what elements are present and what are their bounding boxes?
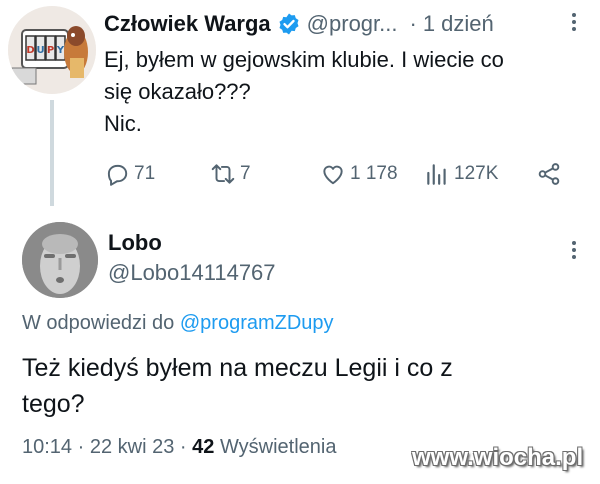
tweet-time[interactable]: 1 dzień <box>423 11 494 37</box>
svg-text:Y: Y <box>56 45 65 56</box>
reply-author-handle[interactable]: @Lobo14114767 <box>108 260 276 286</box>
views-chart-icon <box>427 164 446 185</box>
verified-badge-icon <box>279 13 299 35</box>
svg-text:D: D <box>26 45 34 56</box>
author-name[interactable]: Człowiek Warga <box>104 11 271 37</box>
reply-count: 71 <box>134 163 156 184</box>
reply-time[interactable]: 10:14 <box>22 436 72 458</box>
reply-date[interactable]: 22 kwi 23 <box>90 436 175 458</box>
reply-views-count: 42 <box>192 436 215 458</box>
svg-text:P: P <box>47 45 54 56</box>
avatar-czlowiek-warga[interactable]: D U P Y <box>8 6 96 94</box>
avatar-image: D U P Y <box>8 6 96 94</box>
retweet-button[interactable]: 7 <box>210 158 251 190</box>
svg-text:U: U <box>36 45 44 56</box>
avatar-image <box>22 222 98 298</box>
tweet-text: Ej, byłem w gejowskim klubie. I wiecie c… <box>104 44 574 140</box>
original-tweet[interactable]: D U P Y Człowiek Warga @progr... · 1 dzi… <box>0 0 600 206</box>
tweet-text-line: Nic. <box>104 111 142 136</box>
replying-to: W odpowiedzi do @programZDupy <box>22 312 334 335</box>
separator-dot: · <box>409 11 417 36</box>
tweet-text-line: się okazało??? <box>104 79 251 104</box>
separator-dot: · <box>77 436 85 458</box>
thread-connector-line <box>50 100 54 206</box>
views-button[interactable]: 127K <box>424 158 498 190</box>
retweet-icon <box>211 164 235 184</box>
reply-author-name[interactable]: Lobo <box>108 230 162 256</box>
more-dots-icon[interactable] <box>562 238 586 262</box>
share-button[interactable] <box>536 158 562 190</box>
reply-text-line: tego? <box>22 390 85 418</box>
site-watermark: www.wiocha.pl <box>412 444 584 471</box>
author-handle[interactable]: @progr... <box>307 11 398 37</box>
avatar-lobo[interactable] <box>22 222 98 298</box>
share-icon <box>538 163 560 185</box>
reply-meta: 10:14 · 22 kwi 23 · 42 Wyświetlenia <box>22 436 337 459</box>
replying-to-mention[interactable]: @programZDupy <box>180 312 334 334</box>
retweet-count: 7 <box>240 163 251 184</box>
heart-icon <box>323 165 343 185</box>
replying-to-label: W odpowiedzi do <box>22 312 175 334</box>
tweet-text-line: Ej, byłem w gejowskim klubie. I wiecie c… <box>104 47 504 72</box>
reply-text: Też kiedyś byłem na meczu Legii i co z t… <box>22 350 582 422</box>
like-count: 1 178 <box>350 163 398 184</box>
reply-bubble-icon <box>107 164 128 186</box>
tweet-actions: 71 7 1 178 127K <box>104 158 574 190</box>
reply-text-line: Też kiedyś byłem na meczu Legii i co z <box>22 354 453 382</box>
separator-dot: · <box>179 436 187 458</box>
tweet-header: Człowiek Warga @progr... · 1 dzień <box>104 8 494 40</box>
more-dots-icon[interactable] <box>562 10 586 34</box>
reply-button[interactable]: 71 <box>104 158 155 190</box>
like-button[interactable]: 1 178 <box>320 158 398 190</box>
reply-views-label: Wyświetlenia <box>219 436 337 458</box>
views-count: 127K <box>454 163 499 184</box>
